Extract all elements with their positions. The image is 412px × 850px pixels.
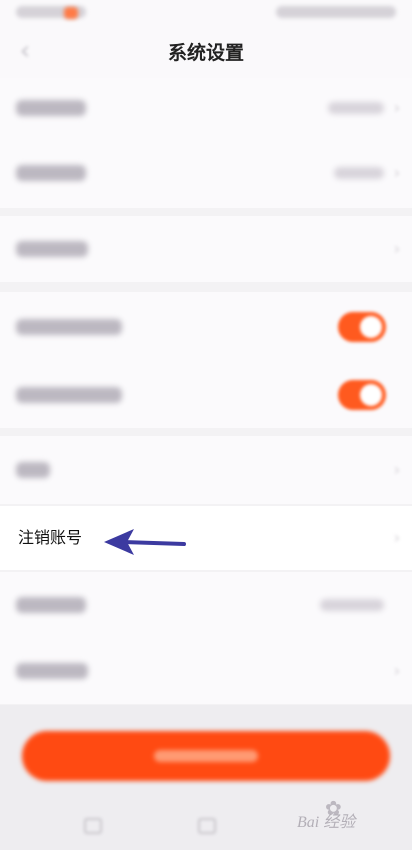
logout-button[interactable] [22,731,390,781]
toggle-switch[interactable] [338,380,386,410]
status-bar [0,0,412,28]
settings-row[interactable]: › [0,138,412,208]
row-label [16,597,86,613]
settings-row[interactable] [0,572,412,638]
page-title: 系统设置 [167,42,244,64]
chevron-right-icon: › [393,163,401,182]
row-label [16,100,86,116]
settings-row[interactable]: › [0,216,412,282]
toggle-knob [360,316,382,338]
watermark-text: Bai 经验 [297,814,356,831]
status-icons [276,6,396,18]
notification-icon [64,7,78,19]
settings-row[interactable]: › [0,436,412,504]
row-label [16,241,88,257]
row-value [320,599,384,611]
toggle-switch[interactable] [338,312,386,342]
watermark: ✿ Bai 经验 [297,796,392,831]
chevron-right-icon: › [393,239,401,258]
settings-row-cancel-account[interactable]: 注销账号 › [0,506,412,570]
top-nav-bar: ‹ 系统设置 [0,28,412,78]
settings-row[interactable]: › [0,78,412,138]
chevron-right-icon: › [393,528,401,547]
row-label [16,462,50,478]
chevron-right-icon: › [393,460,401,479]
row-label [16,319,122,335]
settings-row-toggle [0,362,412,428]
cancel-account-label: 注销账号 [18,528,83,547]
settings-row-toggle [0,292,412,362]
settings-row[interactable]: › [0,638,412,704]
chevron-right-icon: › [393,98,401,117]
row-label [16,663,88,679]
row-label [16,165,86,181]
nav-menu-icon[interactable] [84,818,102,834]
logout-button-label [154,750,258,762]
chevron-right-icon: › [393,661,401,680]
toggle-knob [360,384,382,406]
nav-home-icon[interactable] [198,818,216,834]
row-value [328,102,384,114]
row-value [334,167,384,179]
arrow-left-icon [104,529,186,555]
row-label [16,387,122,403]
